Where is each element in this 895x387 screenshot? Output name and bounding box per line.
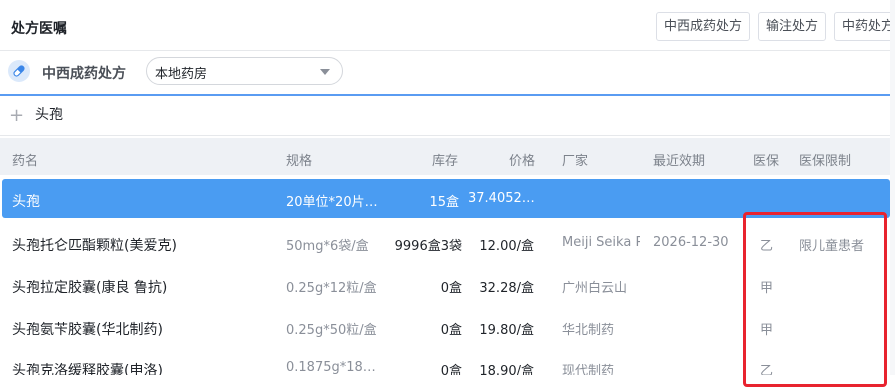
drug-stock: 9996盒3袋 [394,239,462,254]
drug-name: 头孢克洛缓释胶囊(申洛) [12,363,163,375]
plus-icon[interactable]: + [9,105,24,126]
tab-herbal-medicine[interactable]: 中药处方 [834,12,895,41]
app-header: 处方医嘱 中西成药处方 输注处方 中药处方 [0,0,895,51]
insurance-highlight-box [743,212,887,387]
col-header-insurance: 医保 [753,154,780,169]
col-header-spec: 规格 [286,154,313,169]
prescription-subbar [0,51,895,93]
drug-name: 头孢托仑匹酯颗粒(美爱克) [12,238,177,254]
col-header-price: 价格 [509,154,536,169]
drug-manufacturer: 华北制药 [562,323,615,338]
drug-price: 37.4052… [468,191,535,206]
prescription-type-label: 中西成药处方 [42,66,126,82]
col-header-name: 药名 [12,154,39,169]
drug-price: 32.28/盒 [479,281,534,296]
drug-name: 头孢 [12,194,40,210]
col-header-expiry: 最近效期 [653,154,706,169]
pill-icon [8,60,30,82]
tab-infusion[interactable]: 输注处方 [758,12,827,41]
drug-price: 12.00/盒 [479,239,534,254]
col-header-restriction: 医保限制 [799,154,852,169]
drug-price: 18.90/盒 [479,364,534,375]
drug-spec: 0.25g*12粒/盒 [286,281,377,296]
drug-search-input[interactable] [35,106,435,122]
drug-spec: 50mg*6袋/盒 [286,239,369,254]
drug-price: 19.80/盒 [479,323,534,338]
drug-manufacturer: 广州白云山 [562,281,628,296]
drug-name: 头孢氨苄胶囊(华北制药) [12,322,163,338]
drug-stock: 0盒 [440,323,462,338]
panel-edge [890,0,895,375]
drug-manufacturer: 现代制药 [562,364,615,375]
drug-name: 头孢拉定胶囊(康良 鲁抗) [12,280,168,296]
table-header: 药名 规格 库存 价格 厂家 最近效期 医保 医保限制 [0,138,895,175]
drug-expiry: 2026-12-30 [653,235,729,250]
tab-western-chinese-medicine[interactable]: 中西成药处方 [656,12,751,41]
page-title: 处方医嘱 [11,21,67,37]
drug-stock: 15盒 [429,195,459,210]
drug-spec: 0.25g*50粒/盒 [286,323,377,338]
drug-spec: 0.1875g*18… [286,360,376,375]
drug-search-bar: + [0,94,895,136]
drug-stock: 0盒 [440,364,462,375]
drug-manufacturer: Meiji Seika Pharma [562,235,640,250]
prescription-tabs: 中西成药处方 输注处方 中药处方 [656,12,895,41]
drug-spec: 20单位*20片… [286,195,378,210]
drug-stock: 0盒 [440,281,462,296]
col-header-stock: 库存 [432,154,459,169]
chevron-down-icon [320,69,330,75]
pharmacy-select-value: 本地药房 [155,67,208,82]
pharmacy-select[interactable]: 本地药房 [146,57,343,85]
col-header-manufacturer: 厂家 [562,154,589,169]
